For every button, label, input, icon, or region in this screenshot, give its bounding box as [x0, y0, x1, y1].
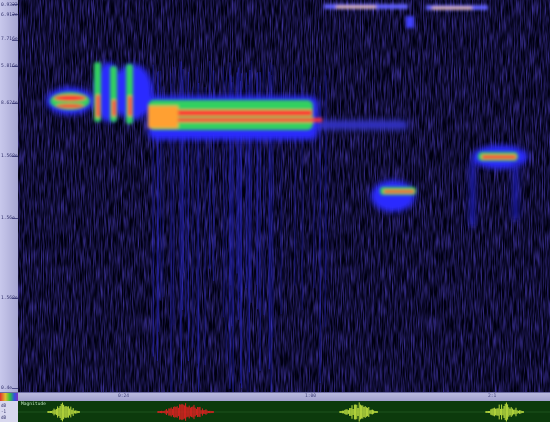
freq-label: 8.624e [1, 101, 18, 106]
signal-blob [112, 100, 116, 116]
frequency-ruler[interactable]: 0.9322e 6.912e 7.716e 5.816e 8.624e 1.56… [0, 0, 20, 392]
signal-blob [56, 104, 84, 108]
signal-blob [318, 120, 408, 130]
freq-label: 1.56e [1, 216, 15, 221]
spectral-streak [325, 75, 327, 281]
spectrogram-view[interactable] [18, 0, 550, 392]
signal-blob [128, 96, 132, 116]
signal-blob [371, 180, 415, 212]
signal-blob [148, 106, 178, 128]
time-label: 2:1 [488, 394, 497, 399]
freq-label: 1.568e [1, 296, 18, 301]
freq-label: 5.816e [1, 64, 18, 69]
spectral-streak [209, 60, 211, 269]
spectral-streak [179, 61, 181, 272]
signal-band [406, 16, 414, 28]
spectral-streak [319, 85, 321, 384]
freq-label: 0.4e [1, 386, 13, 391]
waveform-caption: Magnitude [21, 402, 46, 407]
spectrogram-canvas [18, 0, 550, 392]
waveform-view[interactable]: Magnitude [18, 401, 550, 422]
amp-label: dB [1, 415, 7, 420]
color-palette-icon[interactable] [0, 392, 18, 401]
freq-label: 6.912e [1, 13, 18, 18]
signal-blob [54, 95, 86, 101]
signal-band [336, 6, 376, 8]
signal-band [432, 7, 472, 9]
signal-blob [513, 160, 518, 220]
amplitude-ruler: dB -1 dB [0, 401, 19, 422]
amp-label: -1 [1, 409, 7, 414]
time-label: 0:24 [118, 394, 130, 399]
signal-blob [482, 155, 516, 159]
amp-label: dB [1, 403, 7, 408]
signal-blob [96, 95, 100, 117]
freq-label: 1.568e [1, 154, 18, 159]
freq-label: 7.716e [1, 37, 18, 42]
waveform-canvas [18, 402, 550, 422]
signal-blob [470, 160, 475, 226]
time-label: 1:00 [305, 394, 317, 399]
signal-blob [384, 190, 414, 193]
